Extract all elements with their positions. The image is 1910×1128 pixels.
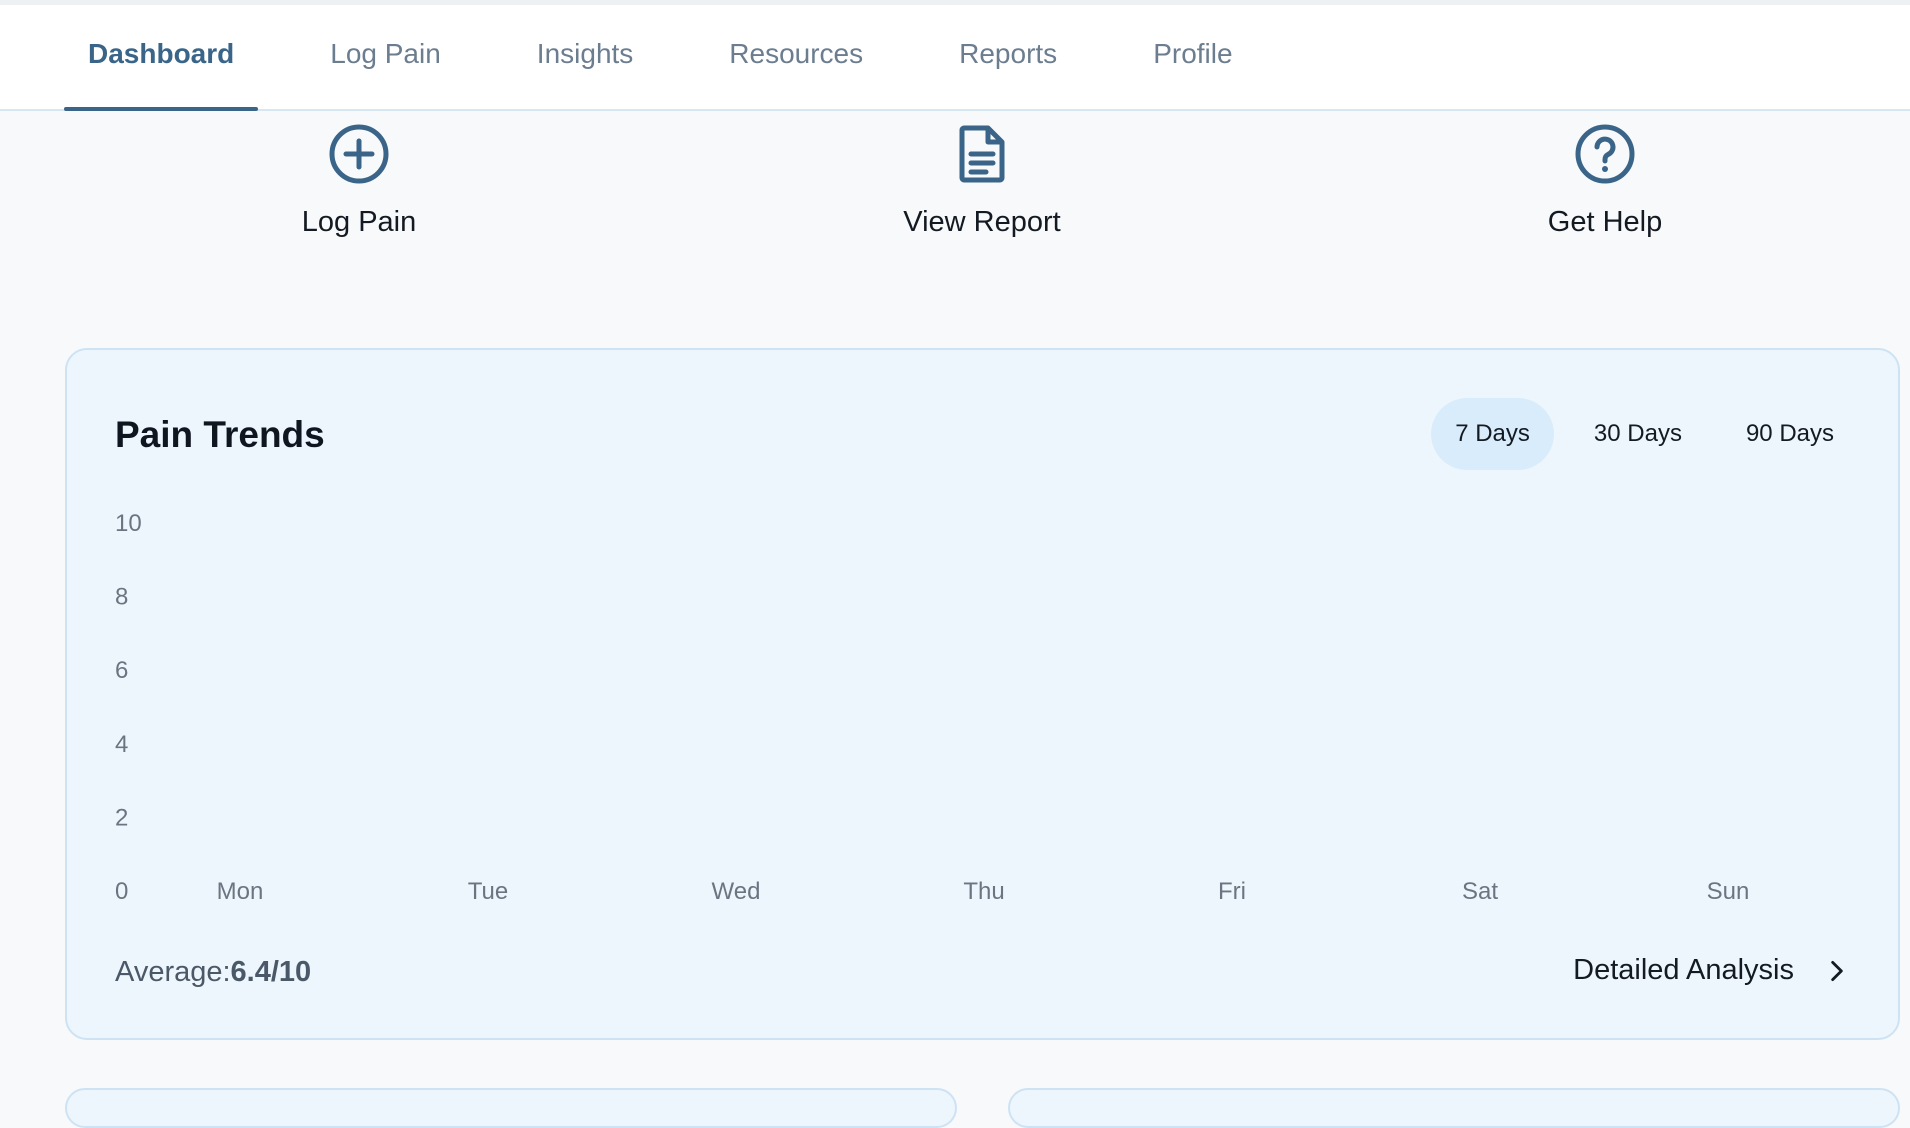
- secondary-card-right: [1008, 1088, 1900, 1128]
- document-icon: [959, 125, 1005, 183]
- y-tick-label: 6: [115, 657, 128, 684]
- tab-resources[interactable]: Resources: [705, 5, 887, 111]
- range-7-days-button[interactable]: 7 Days: [1431, 398, 1554, 470]
- y-tick-label: 10: [115, 510, 142, 537]
- average-label: Average:: [115, 956, 231, 988]
- help-circle-icon: [1575, 124, 1635, 184]
- y-tick-label: 0: [115, 878, 128, 900]
- quick-actions: Log Pain View Report Get Help: [0, 122, 1910, 252]
- top-navigation: Dashboard Log Pain Insights Resources Re…: [0, 0, 1910, 111]
- view-report-label: View Report: [903, 206, 1061, 238]
- range-30-days-button[interactable]: 30 Days: [1570, 398, 1706, 470]
- average-value: 6.4/10: [230, 956, 312, 988]
- plus-circle-icon: [329, 124, 389, 184]
- tab-dashboard[interactable]: Dashboard: [64, 5, 259, 111]
- range-selector: 7 Days 30 Days 90 Days: [1415, 398, 1858, 470]
- log-pain-label: Log Pain: [301, 206, 417, 238]
- y-tick-label: 2: [115, 804, 128, 831]
- tab-profile[interactable]: Profile: [1129, 5, 1256, 111]
- x-tick-label: Mon: [217, 878, 264, 900]
- x-tick-label: Wed: [712, 878, 761, 900]
- detailed-analysis-link[interactable]: Detailed Analysis: [1573, 954, 1850, 987]
- chevron-right-icon: [1831, 960, 1843, 981]
- tab-insights[interactable]: Insights: [513, 5, 658, 111]
- get-help-label: Get Help: [1547, 206, 1663, 238]
- card-title: Pain Trends: [115, 414, 325, 455]
- y-tick-label: 4: [115, 731, 128, 758]
- pain-trends-chart: 0 2 4 6 8 10 Mon Tue Wed Thu Fri Sat Sun: [115, 510, 1750, 900]
- secondary-card-left: [65, 1088, 957, 1128]
- x-tick-label: Sat: [1462, 878, 1498, 900]
- tab-log-pain[interactable]: Log Pain: [306, 5, 465, 111]
- x-tick-label: Fri: [1218, 878, 1246, 900]
- pain-trends-card: Pain Trends 7 Days 30 Days 90 Days 0 2 4 6 8…: [65, 348, 1900, 1040]
- nav-tabs: Dashboard Log Pain Insights Resources Re…: [64, 5, 1305, 111]
- average-summary: Average:6.4/10: [115, 956, 311, 989]
- x-tick-label: Tue: [468, 878, 508, 900]
- get-help-button[interactable]: Get Help: [1455, 122, 1755, 239]
- range-90-days-button[interactable]: 90 Days: [1722, 398, 1858, 470]
- view-report-button[interactable]: View Report: [832, 122, 1132, 239]
- y-tick-label: 8: [115, 584, 128, 611]
- tab-reports[interactable]: Reports: [935, 5, 1081, 111]
- x-tick-label: Thu: [963, 878, 1004, 900]
- x-tick-label: Sun: [1707, 878, 1750, 900]
- detailed-analysis-label: Detailed Analysis: [1573, 954, 1794, 986]
- log-pain-button[interactable]: Log Pain: [209, 122, 509, 239]
